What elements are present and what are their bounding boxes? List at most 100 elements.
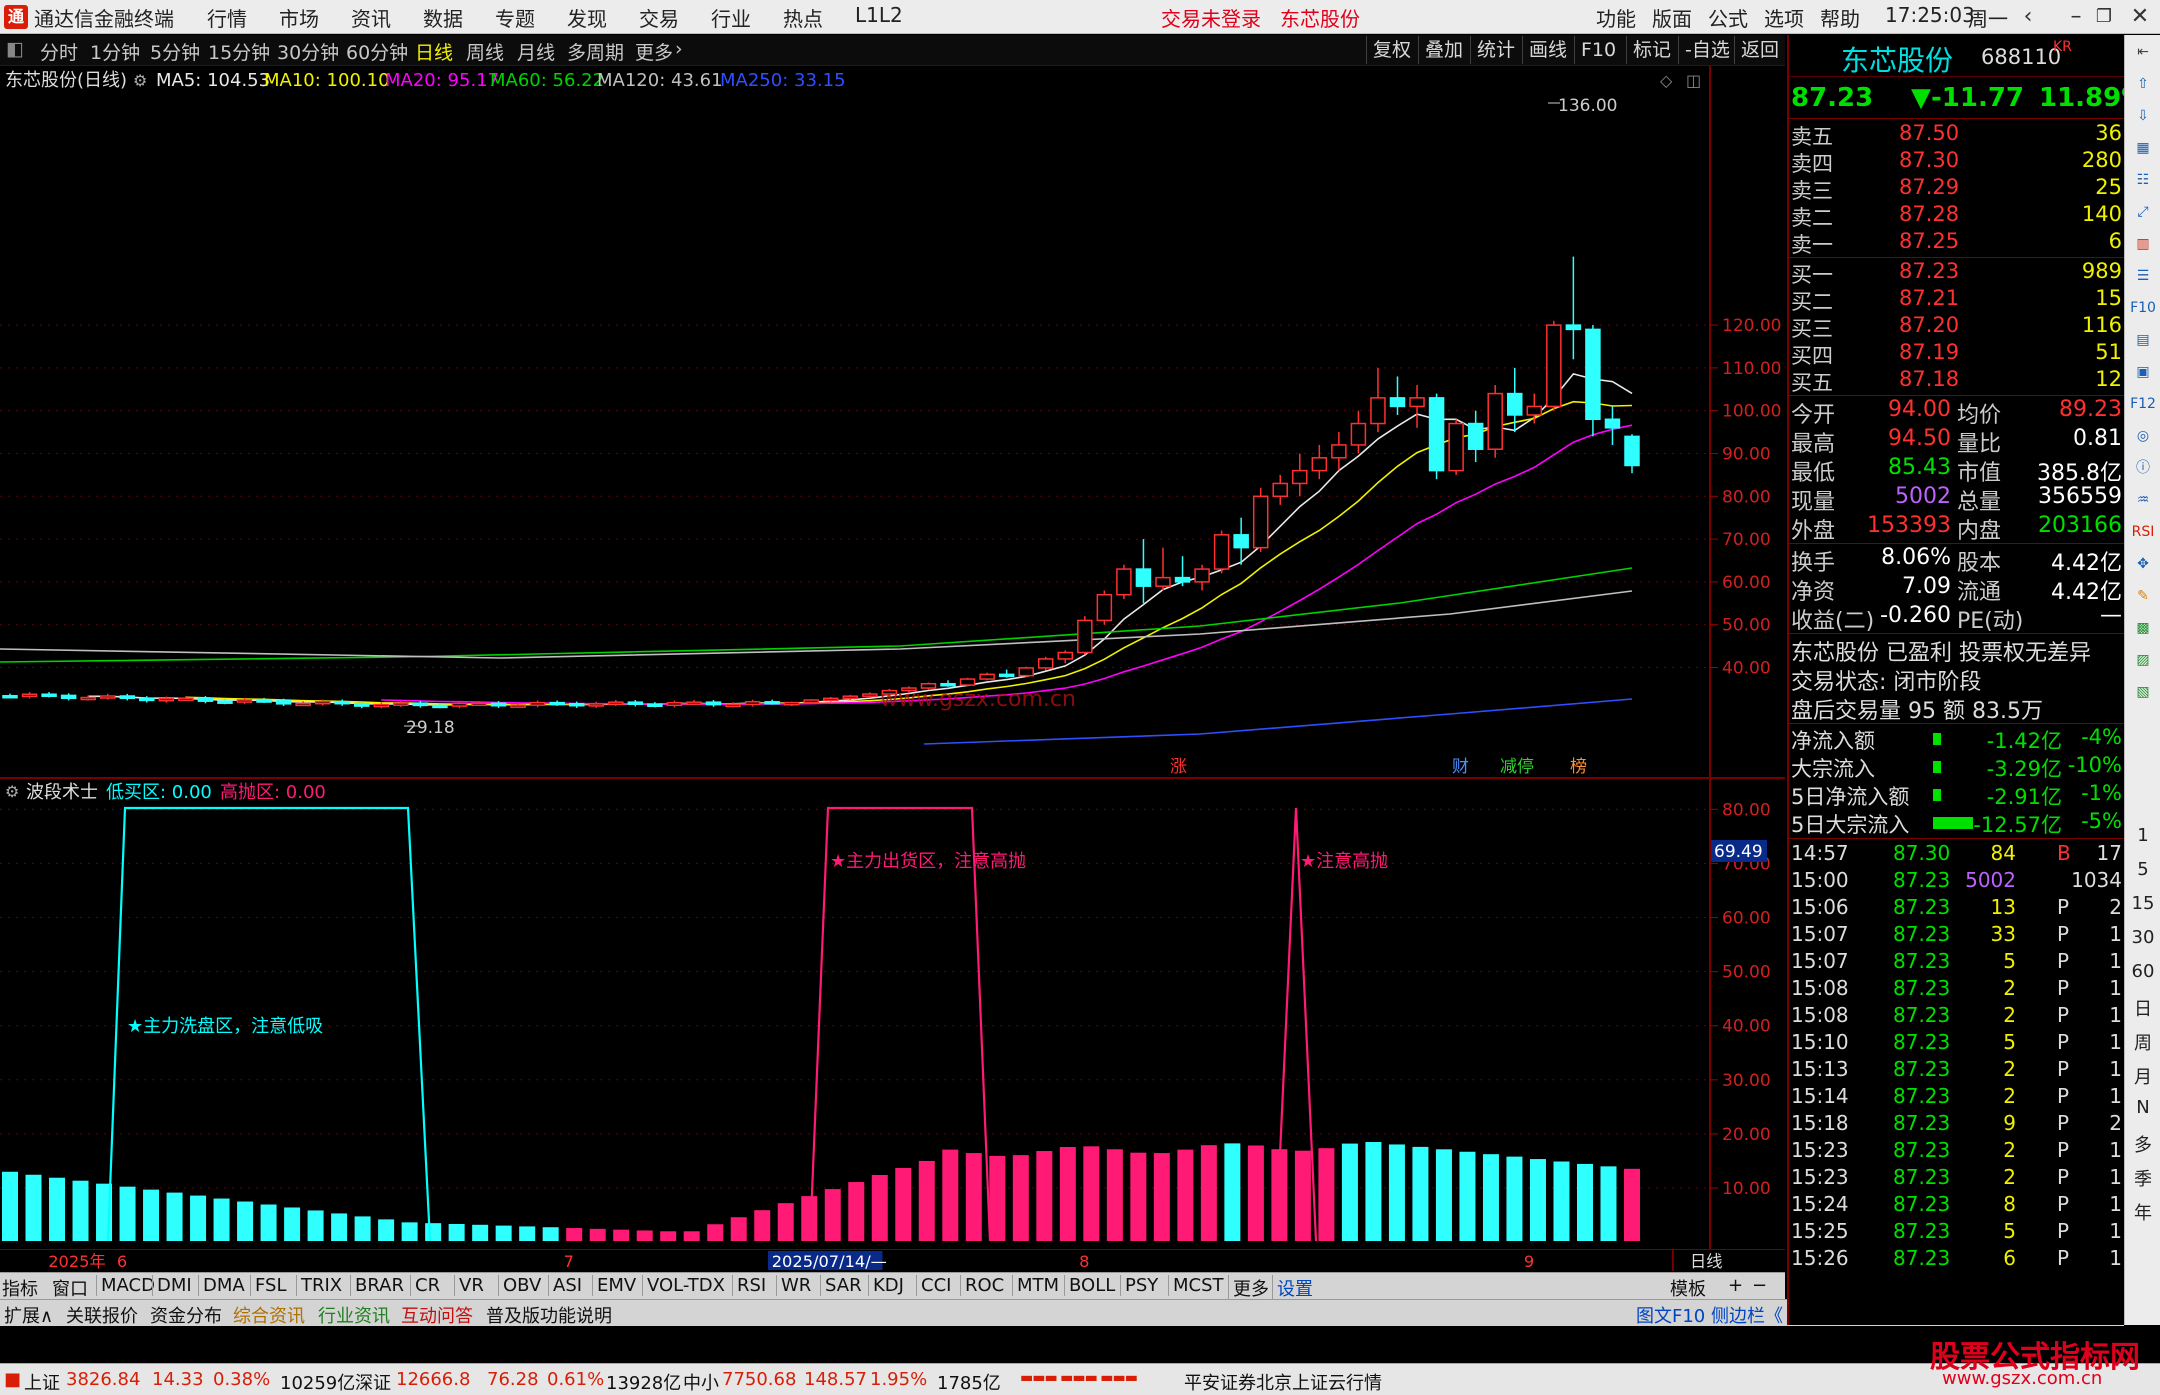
bid-row[interactable]: 买四 87.19 51 bbox=[1789, 340, 2126, 368]
indicator-tab[interactable]: MCST bbox=[1168, 1275, 1224, 1296]
menu-layout[interactable]: 版面 bbox=[1652, 3, 1692, 32]
export-icon[interactable]: ▨ bbox=[2129, 647, 2157, 673]
indicator-tab[interactable]: BOLL bbox=[1064, 1275, 1115, 1296]
marker-board[interactable]: 榜 bbox=[1570, 757, 1587, 777]
indicator-tab[interactable]: ASI bbox=[548, 1275, 582, 1296]
indicator-tab[interactable]: WR bbox=[776, 1275, 811, 1296]
ask-row[interactable]: 卖一 87.25 6 bbox=[1789, 229, 2126, 257]
period-15min[interactable]: 15分钟 bbox=[208, 38, 270, 65]
sidebar-minute[interactable]: 30 bbox=[2127, 927, 2159, 948]
extension-tab[interactable]: 扩展∧ bbox=[4, 1302, 53, 1328]
sz-label[interactable]: 深证 bbox=[355, 1369, 391, 1395]
indicator-tab[interactable]: MTM bbox=[1012, 1275, 1059, 1296]
bid-row[interactable]: 买五 87.18 12 bbox=[1789, 367, 2126, 395]
sidebar-period[interactable]: 季 bbox=[2127, 1165, 2159, 1191]
return-button[interactable]: 返回 bbox=[1734, 36, 1785, 64]
indicator-tab[interactable]: TRIX bbox=[296, 1275, 342, 1296]
menu-formula[interactable]: 公式 bbox=[1708, 3, 1748, 32]
extension-tab[interactable]: 互动问答 bbox=[401, 1302, 473, 1328]
news-icon[interactable]: ▣ bbox=[2129, 359, 2157, 385]
rsi-icon[interactable]: RSI bbox=[2129, 519, 2157, 545]
mark-button[interactable]: 标记 bbox=[1626, 36, 1677, 64]
sidebar-minute[interactable]: 1 bbox=[2127, 825, 2159, 846]
line-chart-icon[interactable]: ⤢ bbox=[2129, 199, 2157, 225]
sheet-icon[interactable]: ▧ bbox=[2129, 679, 2157, 705]
period-weekly[interactable]: 周线 bbox=[466, 38, 504, 65]
arrow-down-icon[interactable]: ⇩ bbox=[2129, 103, 2157, 129]
indicator-tab[interactable]: 指标 bbox=[2, 1275, 38, 1301]
ask-row[interactable]: 卖三 87.29 25 bbox=[1789, 175, 2126, 203]
draw-button[interactable]: 画线 bbox=[1522, 36, 1573, 64]
sidebar-period[interactable]: 年 bbox=[2127, 1199, 2159, 1225]
sidebar-minute[interactable]: 15 bbox=[2127, 893, 2159, 914]
extension-tab[interactable]: 关联报价 bbox=[66, 1302, 138, 1328]
indicator-tab[interactable]: EMV bbox=[592, 1275, 636, 1296]
kline-chart[interactable]: 东芯股份(日线) ⚙ MA5: 104.53 MA10: 100.10 MA20… bbox=[0, 66, 1785, 779]
ask-row[interactable]: 卖五 87.50 36 bbox=[1789, 121, 2126, 149]
remove-watchlist-button[interactable]: -自选 bbox=[1678, 36, 1736, 64]
indicator-tab[interactable]: MACD bbox=[96, 1275, 155, 1296]
period-60min[interactable]: 60分钟 bbox=[346, 38, 408, 65]
marker-reduce[interactable]: 减停 bbox=[1500, 757, 1534, 777]
template-tab[interactable]: − bbox=[1752, 1275, 1767, 1296]
menu-hq[interactable]: 行情 bbox=[207, 3, 247, 32]
diamond-icon[interactable]: ◇ bbox=[1660, 71, 1673, 90]
menu-function[interactable]: 功能 bbox=[1596, 3, 1636, 32]
period-30min[interactable]: 30分钟 bbox=[277, 38, 339, 65]
menu-l1l2[interactable]: L1L2 bbox=[855, 3, 903, 27]
kline-icon[interactable]: ▥ bbox=[2129, 231, 2157, 257]
bid-row[interactable]: 买一 87.23 989 bbox=[1789, 259, 2126, 287]
sidebar-period[interactable]: 日 bbox=[2127, 995, 2159, 1021]
stats-button[interactable]: 统计 bbox=[1470, 36, 1521, 64]
indicator-chart[interactable]: ⚙ 波段术士 低买区: 0.00 高抛区: 0.00 ★主力洗盘区，注意低吸 ★… bbox=[0, 779, 1785, 1249]
indicator-tab[interactable]: DMI bbox=[152, 1275, 192, 1296]
f10-icon[interactable]: F10 bbox=[2129, 295, 2157, 321]
menu-industry[interactable]: 行业 bbox=[711, 3, 751, 32]
template-tab[interactable]: + bbox=[1728, 1275, 1743, 1296]
indicator-tab[interactable]: CCI bbox=[916, 1275, 951, 1296]
ask-row[interactable]: 卖二 87.28 140 bbox=[1789, 202, 2126, 230]
heartbeat-icon[interactable]: ♒ bbox=[2129, 487, 2157, 513]
ask-row[interactable]: 卖四 87.30 280 bbox=[1789, 148, 2126, 176]
extension-tab[interactable]: 综合资讯 bbox=[233, 1302, 305, 1328]
grid-icon[interactable]: ▦ bbox=[2129, 135, 2157, 161]
adjust-button[interactable]: 复权 bbox=[1366, 36, 1417, 64]
zx-label[interactable]: 中小 bbox=[683, 1369, 719, 1395]
menu-news[interactable]: 资讯 bbox=[351, 3, 391, 32]
indicator-tab[interactable]: PSY bbox=[1120, 1275, 1158, 1296]
back-arrow-icon[interactable]: ‹ bbox=[2010, 2, 2046, 32]
sidebar-minute[interactable]: 5 bbox=[2127, 859, 2159, 880]
period-intraday[interactable]: 分时 bbox=[40, 38, 78, 65]
indicator-tab[interactable]: RSI bbox=[732, 1275, 766, 1296]
indicator-tab[interactable]: CR bbox=[410, 1275, 440, 1296]
bid-row[interactable]: 买二 87.21 15 bbox=[1789, 286, 2126, 314]
menu-hot[interactable]: 热点 bbox=[783, 3, 823, 32]
sidebar-period[interactable]: 多 bbox=[2127, 1131, 2159, 1157]
indicator-tab[interactable]: OBV bbox=[498, 1275, 541, 1296]
sidebar-period[interactable]: N bbox=[2127, 1097, 2159, 1118]
template-tab[interactable]: 模板 bbox=[1670, 1275, 1706, 1301]
f12-icon[interactable]: F12 bbox=[2129, 391, 2157, 417]
sidebar-period[interactable]: 周 bbox=[2127, 1029, 2159, 1055]
indicator-gear-icon[interactable]: ⚙ bbox=[5, 782, 19, 801]
menu-trade[interactable]: 交易 bbox=[639, 3, 679, 32]
info-icon[interactable]: ⓘ bbox=[2129, 455, 2157, 481]
arrow-up-icon[interactable]: ⇧ bbox=[2129, 71, 2157, 97]
f10-sidebar-toggle[interactable]: 图文F10 侧边栏《 bbox=[1636, 1302, 1783, 1328]
indicator-tab[interactable]: VOL-TDX bbox=[642, 1275, 725, 1296]
period-5min[interactable]: 5分钟 bbox=[150, 38, 200, 65]
list-icon[interactable]: ☰ bbox=[2129, 263, 2157, 289]
restore-icon[interactable]: ❐ bbox=[2086, 2, 2122, 32]
indicator-tab[interactable]: 更多 bbox=[1228, 1275, 1269, 1301]
menu-help[interactable]: 帮助 bbox=[1820, 3, 1860, 32]
marker-limit-up[interactable]: 涨 bbox=[1170, 757, 1187, 777]
period-1min[interactable]: 1分钟 bbox=[90, 38, 140, 65]
period-monthly[interactable]: 月线 bbox=[517, 38, 555, 65]
menu-topic[interactable]: 专题 bbox=[495, 3, 535, 32]
bid-row[interactable]: 买三 87.20 116 bbox=[1789, 313, 2126, 341]
f10-button[interactable]: F10 bbox=[1574, 36, 1622, 64]
menu-data[interactable]: 数据 bbox=[423, 3, 463, 32]
sidebar-period[interactable]: 月 bbox=[2127, 1063, 2159, 1089]
move-icon[interactable]: ✥ bbox=[2129, 551, 2157, 577]
overlay-button[interactable]: 叠加 bbox=[1418, 36, 1469, 64]
